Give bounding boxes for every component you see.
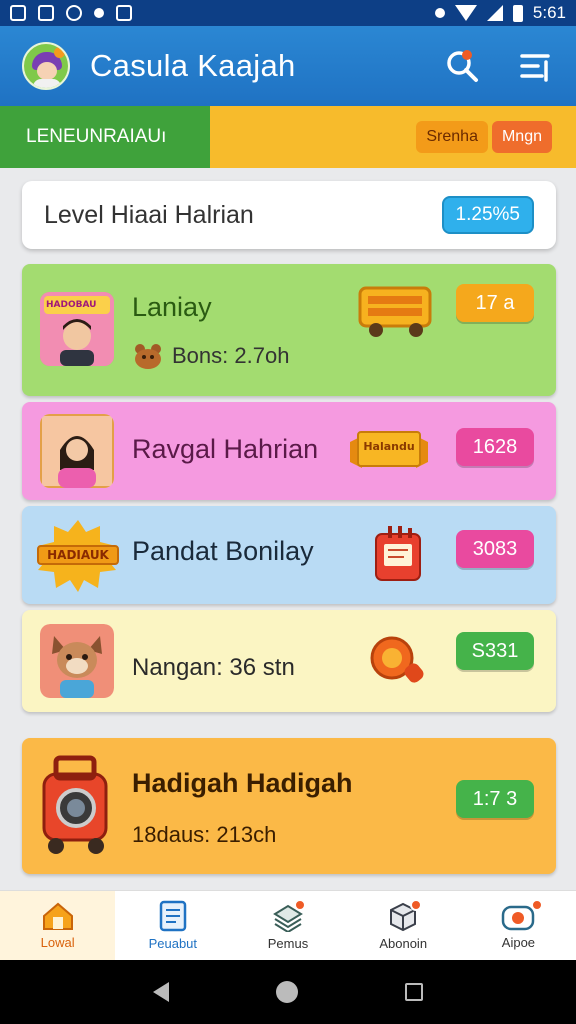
truck-icon [358, 286, 432, 337]
dot-notification-icon [94, 8, 104, 18]
list-item[interactable]: HADIAUK Pandat Bonilay 3083 [22, 506, 556, 604]
sync-notification-icon [66, 5, 82, 21]
level-text: Level Hiaai Halrian [44, 200, 254, 229]
nav-item-lowal[interactable]: Lowal [0, 891, 116, 960]
search-icon [447, 50, 478, 82]
file-notification-icon [38, 5, 54, 21]
nav-label: Abonoin [379, 936, 428, 951]
shield-notification-icon [116, 5, 132, 21]
clipboard-icon [375, 526, 421, 581]
list-item[interactable]: HADOBAU Laniay Bons: 2.7oh 17 a [22, 264, 556, 396]
recents-button[interactable] [404, 983, 423, 1001]
avatar[interactable] [22, 42, 70, 90]
lantern-icon [370, 636, 424, 683]
bear-icon [135, 344, 161, 369]
notification-dot [409, 899, 422, 911]
status-notifications [10, 5, 132, 21]
signal-icon [486, 5, 503, 21]
score-badge: 1:7 3 [456, 780, 534, 818]
ribbon-label: Halandu [363, 440, 415, 453]
card-subtitle: 18daus: 213ch [132, 822, 277, 847]
status-system: 5:61 [434, 3, 566, 23]
app-title: Casula Kaajah [90, 48, 296, 83]
document-icon [159, 900, 187, 932]
nav-item-pemus[interactable]: Pemus [230, 891, 345, 960]
list-item[interactable]: Nangan: 36 stn S331 [22, 610, 556, 712]
banner-actions: Srenha Mngn [210, 106, 576, 168]
thumbnail-caption: HADOBAU [46, 300, 97, 310]
notification-dot [530, 899, 543, 911]
status-time: 5:61 [532, 3, 566, 22]
nav-label: Pemus [267, 936, 309, 951]
level-badge: 1.25%5 [441, 196, 534, 234]
banner: LENEUNRAIAUı Srenha Mngn [0, 106, 576, 168]
sun-badge-thumbnail: HADIAUK [36, 518, 120, 592]
battery-icon [512, 4, 523, 22]
filter-menu-button[interactable] [518, 48, 554, 84]
score-badge: 17 a [456, 284, 534, 322]
search-button[interactable] [444, 48, 480, 84]
filter-menu-icon [520, 54, 550, 82]
card-title: Hadigah Hadigah [132, 768, 353, 798]
card-title: Laniay [132, 292, 212, 322]
content-list: Level Hiaai Halrian 1.25%5 HADOBAU Lania… [0, 168, 576, 890]
banner-label: LENEUNRAIAUı [0, 106, 210, 168]
nav-item-abonoin[interactable]: Abonoin [346, 891, 461, 960]
score-badge: S331 [456, 632, 534, 670]
nav-item-aipoe[interactable]: Aipoe [461, 891, 576, 960]
home-icon [42, 902, 73, 930]
nav-item-peuabut[interactable]: Peuabut [115, 891, 230, 960]
nav-label: Aipoe [501, 935, 536, 950]
system-nav-bar [0, 960, 576, 1024]
score-badge: 1628 [456, 428, 534, 466]
card-subtitle-row: Bons: 2.7oh [132, 342, 289, 370]
list-item[interactable]: Hadigah Hadigah 18daus: 213ch 1:7 3 [22, 738, 556, 874]
girl-thumbnail [40, 414, 114, 488]
nav-label: Peuabut [148, 936, 198, 951]
list-item[interactable]: Ravgal Hahrian Halandu 1628 [22, 402, 556, 500]
pet-thumbnail [40, 624, 114, 698]
kid-thumbnail: HADOBAU [40, 292, 114, 366]
card-subtitle: Bons: 2.7oh [172, 343, 290, 368]
home-button[interactable] [275, 981, 298, 1003]
card-subtitle: Nangan: 36 stn [132, 654, 295, 681]
status-bar: 5:61 [0, 0, 576, 26]
wifi-icon [454, 5, 477, 21]
camera-backpack-icon [42, 755, 108, 854]
level-card[interactable]: Level Hiaai Halrian 1.25%5 [22, 181, 556, 249]
chip-button-a[interactable]: Srenha [416, 121, 488, 153]
score-badge: 3083 [456, 530, 534, 568]
back-button[interactable] [153, 982, 170, 1002]
bottom-nav: Lowal Peuabut Pemus Abonoin Aipoe [0, 890, 576, 960]
mute-icon [434, 8, 445, 18]
app-bar: Casula Kaajah [0, 26, 576, 106]
ribbon-badge: Halandu [348, 420, 430, 476]
thumbnail-caption: HADIAUK [47, 548, 109, 562]
card-title: Pandat Bonilay [132, 536, 314, 566]
nav-label: Lowal [40, 935, 75, 950]
chip-button-b[interactable]: Mngn [491, 121, 552, 153]
card-title: Ravgal Hahrian [132, 434, 319, 464]
image-notification-icon [10, 5, 26, 21]
